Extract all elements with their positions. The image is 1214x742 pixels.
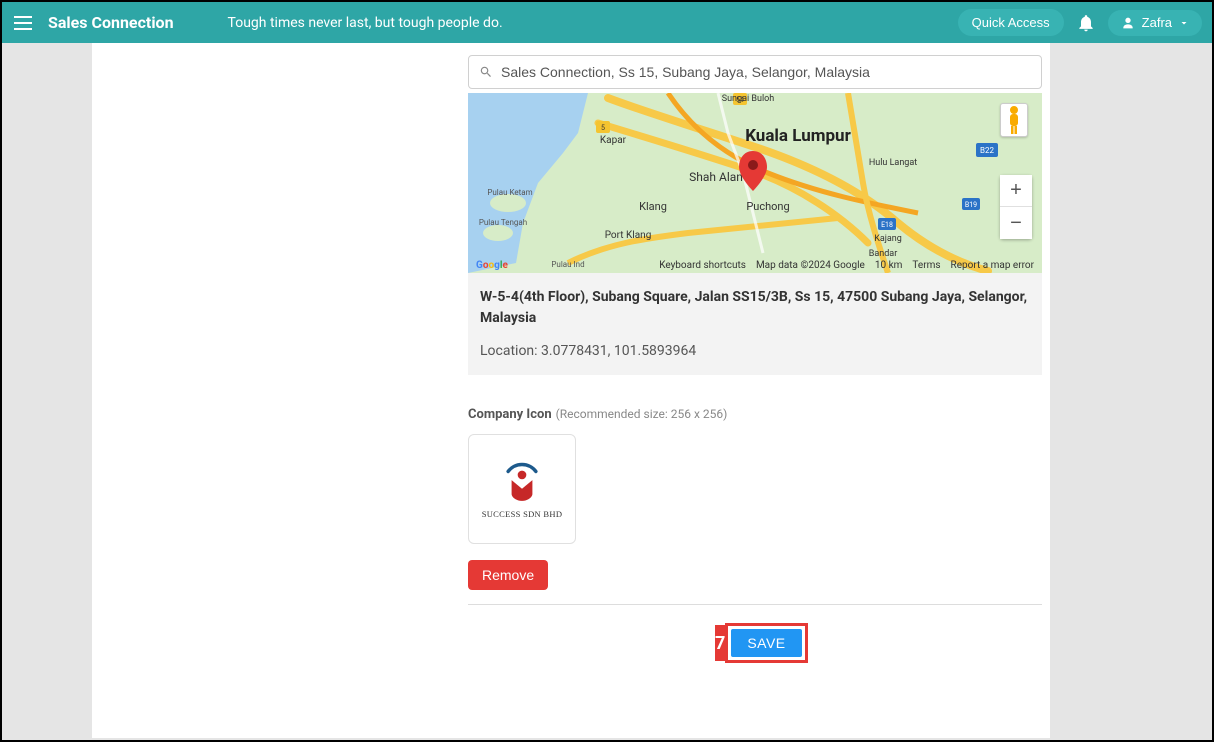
user-name: Zafra bbox=[1142, 15, 1172, 30]
map[interactable]: B22 E18 B19 5 54 Kuala Lumpur Shah Alam … bbox=[468, 93, 1042, 273]
map-terms-link[interactable]: Terms bbox=[912, 260, 940, 271]
company-logo-icon bbox=[496, 459, 548, 503]
coordinates-text: Location: 3.0778431, 101.5893964 bbox=[480, 343, 1030, 359]
map-canvas: B22 E18 B19 5 54 Kuala Lumpur Shah Alam … bbox=[468, 93, 1042, 273]
svg-text:Klang: Klang bbox=[639, 200, 667, 213]
svg-text:B22: B22 bbox=[980, 146, 994, 155]
google-logo: Google bbox=[476, 260, 508, 271]
svg-text:Hulu Langat: Hulu Langat bbox=[869, 158, 917, 168]
tagline: Tough times never last, but tough people… bbox=[228, 15, 503, 31]
save-button-highlight: SAVE bbox=[725, 623, 807, 663]
divider bbox=[468, 604, 1042, 605]
search-icon bbox=[479, 65, 493, 79]
company-logo-text: SUCCESS SDN BHD bbox=[482, 509, 563, 519]
svg-text:Kuala Lumpur: Kuala Lumpur bbox=[745, 126, 851, 146]
svg-text:5: 5 bbox=[601, 124, 605, 132]
app-title: Sales Connection bbox=[48, 13, 174, 32]
step-callout: 7 SAVE bbox=[715, 623, 795, 663]
user-menu-button[interactable]: Zafra bbox=[1108, 10, 1202, 36]
svg-text:Kapar: Kapar bbox=[600, 135, 627, 146]
zoom-in-button[interactable]: + bbox=[1000, 175, 1032, 207]
company-icon-preview[interactable]: SUCCESS SDN BHD bbox=[468, 434, 576, 544]
svg-text:Kajang: Kajang bbox=[874, 234, 902, 244]
svg-text:Bandar: Bandar bbox=[869, 249, 898, 259]
chevron-down-icon bbox=[1178, 17, 1190, 29]
svg-text:Sungai Buloh: Sungai Buloh bbox=[722, 94, 775, 104]
company-icon-label: Company Icon bbox=[468, 407, 552, 422]
location-search-box[interactable] bbox=[468, 55, 1042, 89]
svg-text:Port Klang: Port Klang bbox=[605, 230, 652, 241]
map-attribution: Map data ©2024 Google bbox=[756, 260, 865, 271]
map-scale: 10 km bbox=[875, 260, 903, 271]
svg-text:B19: B19 bbox=[965, 201, 977, 209]
map-shortcuts-link[interactable]: Keyboard shortcuts bbox=[659, 260, 746, 271]
quick-access-button[interactable]: Quick Access bbox=[958, 9, 1064, 36]
location-search-input[interactable] bbox=[501, 64, 1031, 80]
step-number: 7 bbox=[715, 625, 725, 661]
zoom-out-button[interactable]: − bbox=[1000, 207, 1032, 239]
content-area: B22 E18 B19 5 54 Kuala Lumpur Shah Alam … bbox=[2, 43, 1212, 740]
settings-card: B22 E18 B19 5 54 Kuala Lumpur Shah Alam … bbox=[92, 43, 1050, 738]
streetview-pegman-icon[interactable] bbox=[1000, 103, 1028, 137]
menu-icon[interactable] bbox=[12, 12, 34, 34]
avatar-icon bbox=[1120, 15, 1136, 31]
map-report-link[interactable]: Report a map error bbox=[951, 260, 1034, 271]
save-button[interactable]: SAVE bbox=[731, 629, 801, 657]
svg-text:Pulau Tengah: Pulau Tengah bbox=[479, 218, 527, 227]
address-panel: W-5-4(4th Floor), Subang Square, Jalan S… bbox=[468, 273, 1042, 375]
address-text: W-5-4(4th Floor), Subang Square, Jalan S… bbox=[480, 287, 1030, 329]
svg-text:E18: E18 bbox=[881, 221, 893, 229]
svg-text:Pulau Ketam: Pulau Ketam bbox=[487, 188, 532, 197]
svg-text:Puchong: Puchong bbox=[746, 200, 789, 213]
svg-text:Shah Alam: Shah Alam bbox=[689, 170, 747, 184]
company-icon-hint: (Recommended size: 256 x 256) bbox=[556, 407, 728, 421]
topbar: Sales Connection Tough times never last,… bbox=[2, 2, 1212, 43]
notifications-icon[interactable] bbox=[1076, 13, 1096, 33]
remove-button[interactable]: Remove bbox=[468, 560, 548, 590]
map-footer: Google Keyboard shortcuts Map data ©2024… bbox=[476, 260, 1034, 271]
